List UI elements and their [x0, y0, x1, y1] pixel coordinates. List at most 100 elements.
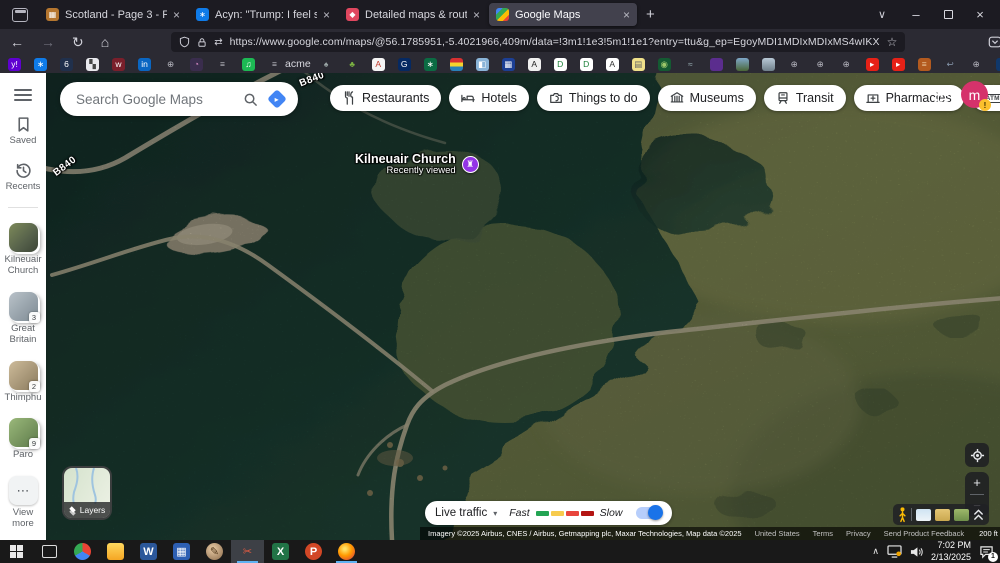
browser-tab[interactable]: ∗ Acyn: "Trump: I feel sorry for Mi ×: [189, 3, 337, 26]
bookmark-item[interactable]: ▚: [86, 57, 103, 71]
lock-icon[interactable]: [197, 37, 207, 48]
bookmark-item[interactable]: in: [138, 57, 155, 71]
recent-place-item[interactable]: 3 Great Britain: [1, 291, 45, 346]
taskbar-app-button[interactable]: [0, 540, 33, 563]
bookmark-item[interactable]: ▤: [631, 57, 649, 71]
bookmark-item[interactable]: ▪ paxrail: [995, 57, 1000, 71]
firefox-view-icon[interactable]: [12, 7, 28, 22]
notifications-icon[interactable]: 1: [979, 545, 998, 562]
attribution-link[interactable]: United States: [755, 529, 800, 538]
taskbar-app-button[interactable]: X: [264, 540, 297, 563]
bookmark-item[interactable]: ◧: [475, 57, 493, 71]
bookmark-item[interactable]: D: [579, 57, 597, 71]
zoom-in-button[interactable]: +: [965, 472, 989, 494]
tab-close-icon[interactable]: ×: [623, 8, 630, 22]
category-chip[interactable]: Transit: [763, 85, 846, 111]
bookmark-item[interactable]: ≡ acme: [268, 58, 311, 71]
my-location-button[interactable]: [965, 443, 989, 467]
restore-button[interactable]: [932, 0, 964, 29]
place-label[interactable]: Kilneuair Church Recently viewed ♜: [355, 152, 479, 177]
place-thumbnail[interactable]: 2: [8, 360, 40, 392]
bookmark-item[interactable]: ≡: [917, 57, 935, 71]
place-thumbnail[interactable]: 3: [8, 291, 40, 323]
taskbar-app-button[interactable]: [330, 540, 363, 563]
display-icon[interactable]: [887, 545, 902, 558]
bookmark-item[interactable]: G: [397, 57, 415, 71]
bookmark-item[interactable]: [761, 57, 779, 71]
new-tab-button[interactable]: +: [646, 6, 655, 23]
sidebar-item-saved[interactable]: Saved: [1, 116, 45, 147]
bookmark-item[interactable]: [449, 57, 467, 71]
bookmark-item[interactable]: A: [371, 57, 389, 71]
category-chip[interactable]: Museums: [657, 85, 756, 111]
tab-close-icon[interactable]: ×: [473, 8, 480, 22]
bookmark-item[interactable]: ⊕: [814, 58, 831, 71]
speaker-icon[interactable]: [910, 546, 923, 558]
pocket-icon[interactable]: [988, 35, 1000, 49]
pegman-icon[interactable]: [898, 506, 907, 523]
sidebar-item-recents[interactable]: Recents: [1, 162, 45, 193]
taskbar-app-button[interactable]: ✂: [231, 540, 264, 563]
minimize-button[interactable]: –: [900, 0, 932, 29]
google-apps-grid-icon[interactable]: [933, 86, 950, 108]
imagery-thumb-terrain[interactable]: [935, 508, 950, 521]
browser-tab[interactable]: Google Maps ×: [489, 3, 637, 26]
bookmark-item[interactable]: ◔: [190, 57, 207, 71]
directions-button[interactable]: ▸: [266, 88, 288, 110]
taskbar-app-button[interactable]: P: [297, 540, 330, 563]
attribution-link[interactable]: Privacy: [846, 529, 871, 538]
google-maps-viewport[interactable]: B840 B840 Kilneuair Church Recently view…: [0, 73, 1000, 540]
bookmark-item[interactable]: [735, 57, 753, 71]
traffic-dropdown[interactable]: Live traffic: [435, 507, 487, 519]
tab-close-icon[interactable]: ×: [173, 8, 180, 22]
search-input[interactable]: Search Google Maps: [76, 92, 243, 107]
taskbar-app-button[interactable]: ✎: [198, 540, 231, 563]
taskbar-app-button[interactable]: [66, 540, 99, 563]
url-text[interactable]: https://www.google.com/maps/@56.1785951,…: [230, 36, 880, 48]
attribution-link[interactable]: Terms: [813, 529, 833, 538]
account-avatar[interactable]: m !: [961, 81, 991, 111]
imagery-thumb-landscape[interactable]: [954, 508, 969, 521]
url-bar[interactable]: ⇄ https://www.google.com/maps/@56.178595…: [171, 32, 906, 52]
taskbar-app-button[interactable]: ▦: [165, 540, 198, 563]
sidebar-view-more[interactable]: ⋯ View more: [1, 476, 45, 530]
bookmark-item[interactable]: ∗: [423, 57, 441, 71]
permissions-icon[interactable]: ⇄: [214, 37, 222, 48]
bookmark-item[interactable]: ▸: [865, 57, 883, 71]
bookmark-item[interactable]: ⊕: [970, 58, 987, 71]
home-icon[interactable]: ⌂: [101, 34, 109, 50]
bookmark-item[interactable]: ∗: [34, 57, 51, 71]
taskbar-app-button[interactable]: W: [132, 540, 165, 563]
taskbar-app-button[interactable]: [33, 540, 66, 563]
search-icon[interactable]: [243, 92, 258, 107]
bookmark-item[interactable]: ▸: [891, 57, 909, 71]
bookmark-item[interactable]: ⊕: [164, 58, 181, 71]
category-chip[interactable]: Hotels: [449, 85, 529, 111]
traffic-toggle[interactable]: [636, 505, 664, 520]
bookmark-item[interactable]: ≡: [216, 58, 233, 71]
back-icon[interactable]: ←: [10, 34, 24, 50]
bookmark-item[interactable]: ⊕: [788, 58, 805, 71]
bookmark-item[interactable]: 6: [60, 57, 77, 71]
historic-place-pin-icon[interactable]: ♜: [461, 156, 479, 174]
bookmark-item[interactable]: D: [553, 57, 571, 71]
tray-chevron-icon[interactable]: ∧: [872, 546, 879, 557]
bookmark-item[interactable]: ▦: [501, 57, 519, 71]
browser-tab[interactable]: ◆ Detailed maps & routes to expl ×: [339, 3, 487, 26]
shield-icon[interactable]: [179, 36, 190, 48]
bookmark-item[interactable]: ↩: [944, 58, 961, 71]
recent-place-item[interactable]: 9 Paro: [1, 418, 45, 461]
bookmark-item[interactable]: A: [605, 57, 623, 71]
taskbar-app-button[interactable]: [99, 540, 132, 563]
bookmark-star-icon[interactable]: ☆: [887, 35, 898, 49]
chevron-down-icon[interactable]: ▾: [493, 509, 497, 518]
bookmark-item[interactable]: w: [112, 57, 129, 71]
bookmark-item[interactable]: ⊕: [840, 58, 857, 71]
recent-place-item[interactable]: 2 Thimphu: [1, 360, 45, 404]
bookmark-item[interactable]: ♫: [242, 57, 259, 71]
tab-overflow-icon[interactable]: ∨: [878, 8, 886, 21]
imagery-thumb-sky[interactable]: [916, 508, 931, 521]
map-scale[interactable]: 200 ft: [979, 529, 1000, 538]
search-box[interactable]: Search Google Maps ▸: [60, 82, 298, 116]
category-chip[interactable]: Things to do: [536, 85, 650, 111]
